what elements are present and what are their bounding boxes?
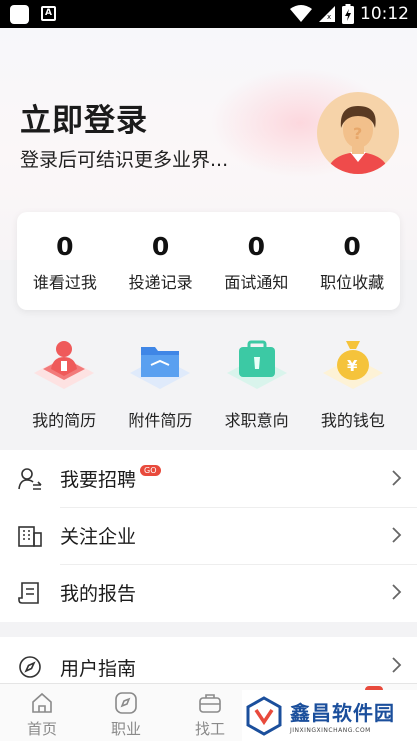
quick-link-attachment-resume[interactable]: 附件简历	[112, 325, 208, 443]
quick-link-label: 我的简历	[32, 411, 97, 430]
stat-value: 0	[56, 232, 74, 261]
quick-link-job-intention[interactable]: 求职意向	[209, 325, 305, 443]
quick-link-label: 求职意向	[224, 411, 289, 430]
home-icon	[32, 692, 52, 713]
stat-viewers[interactable]: 0 谁看过我	[17, 212, 113, 310]
tab-home[interactable]: 首页	[0, 684, 84, 741]
svg-text:¥: ¥	[347, 357, 358, 375]
stat-label: 投递记录	[128, 273, 193, 292]
resume-icon	[34, 341, 95, 389]
wifi-icon	[290, 5, 312, 22]
menu-item-label: 我要招聘	[60, 469, 137, 491]
quick-link-wallet[interactable]: ¥ 我的钱包	[305, 325, 401, 443]
menu-item-my-reports[interactable]: 我的报告	[0, 564, 417, 621]
login-title[interactable]: 立即登录	[20, 95, 148, 140]
chevron-right-icon	[392, 584, 402, 600]
watermark: 鑫昌软件园 JINXINGXINCHANG.COM	[242, 690, 417, 741]
briefcase-icon	[199, 694, 221, 713]
chevron-right-icon	[392, 527, 402, 543]
login-subtitle: 登录后可结识更多业界...	[20, 149, 229, 171]
quick-link-resume[interactable]: 我的简历	[16, 325, 112, 443]
menu-item-label: 用户指南	[60, 657, 137, 680]
tab-label: 职业	[110, 720, 141, 738]
avatar-placeholder-icon: ?	[327, 106, 389, 174]
stats-card: 0 谁看过我 0 投递记录 0 面试通知 0 职位收藏	[17, 212, 400, 310]
compass-icon	[115, 692, 137, 714]
quick-link-label: 我的钱包	[320, 411, 385, 430]
stat-interviews[interactable]: 0 面试通知	[209, 212, 305, 310]
go-badge: GO	[140, 465, 161, 476]
tab-career[interactable]: 职业	[84, 684, 168, 741]
avatar[interactable]: ?	[317, 92, 399, 174]
quick-links: 我的简历 附件简历 求职意向 ¥ 我的钱包	[0, 325, 417, 443]
money-bag-icon: ¥	[322, 341, 383, 389]
briefcase-icon	[226, 340, 287, 389]
status-bar: A x 10:12	[0, 0, 417, 28]
recruit-icon	[18, 467, 42, 490]
tab-label: 找工	[194, 720, 225, 738]
clock: 10:12	[360, 4, 409, 24]
quick-link-label: 附件简历	[128, 411, 193, 430]
chevron-right-icon	[392, 657, 402, 673]
tab-find-work[interactable]: 找工	[168, 684, 252, 741]
stat-value: 0	[343, 232, 361, 261]
stat-label: 职位收藏	[320, 273, 385, 292]
folder-icon	[130, 347, 191, 389]
app-notification-icon	[10, 5, 29, 24]
menu-item-label: 我的报告	[60, 583, 137, 605]
svg-text:?: ?	[353, 124, 362, 143]
stat-value: 0	[247, 232, 266, 261]
menu-list: 我要招聘 GO 关注企业 我的报告	[0, 450, 417, 622]
building-icon	[18, 525, 42, 547]
a-notification-icon: A	[41, 6, 56, 21]
menu-item-label: 关注企业	[60, 526, 137, 548]
stat-label: 谁看过我	[32, 273, 97, 292]
menu-item-recruit[interactable]: 我要招聘 GO	[0, 450, 417, 507]
menu-list-secondary: 用户指南	[0, 637, 417, 687]
watermark-name: 鑫昌软件园	[290, 701, 395, 725]
signal-icon: x	[319, 6, 335, 22]
chevron-right-icon	[392, 470, 402, 486]
watermark-logo-icon	[246, 695, 282, 736]
tab-label: 首页	[26, 720, 57, 738]
stat-applications[interactable]: 0 投递记录	[113, 212, 209, 310]
compass-icon	[19, 656, 41, 678]
watermark-url: JINXINGXINCHANG.COM	[290, 727, 371, 734]
svg-text:x: x	[327, 13, 331, 21]
status-icons: x 10:12	[290, 3, 409, 25]
stat-value: 0	[151, 232, 170, 261]
battery-icon	[342, 4, 354, 24]
menu-item-followed-companies[interactable]: 关注企业	[0, 507, 417, 564]
stat-label: 面试通知	[224, 273, 289, 292]
stat-favorites[interactable]: 0 职位收藏	[304, 212, 400, 310]
report-icon	[18, 581, 39, 604]
